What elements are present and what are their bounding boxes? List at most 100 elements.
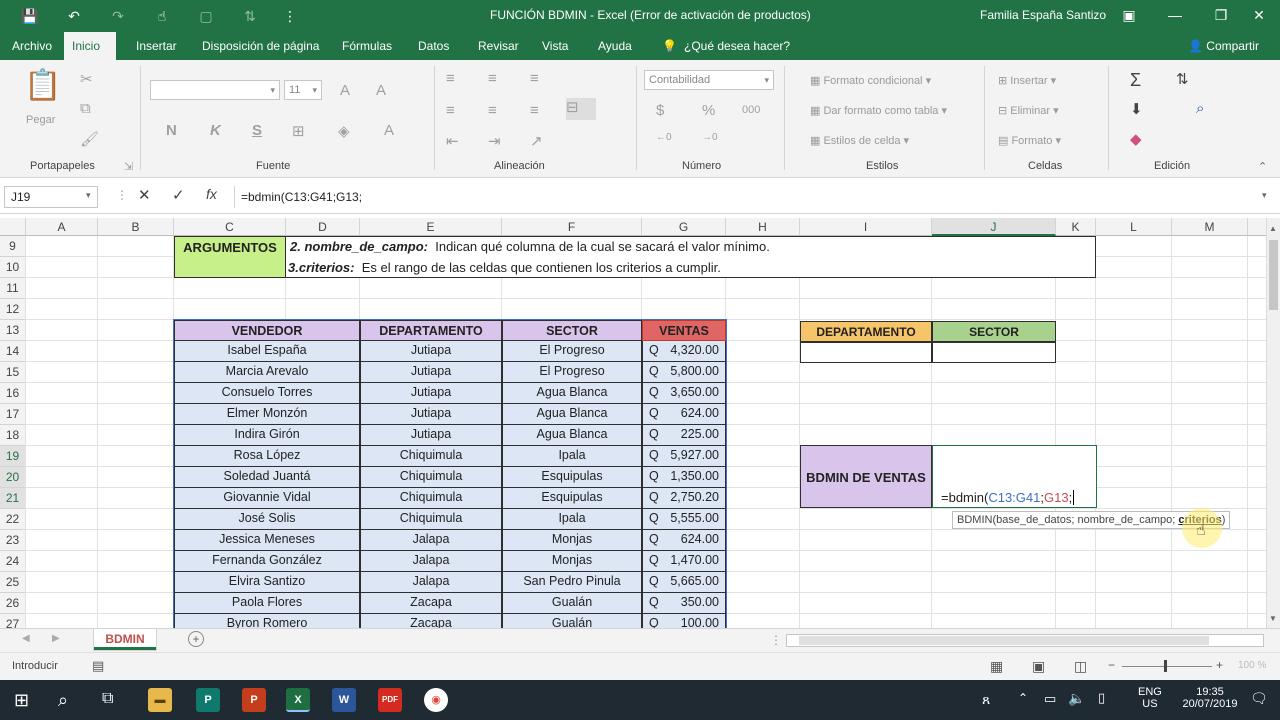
row-header[interactable]: 15 (0, 362, 26, 383)
criteria-departamento-header[interactable]: DEPARTAMENTO (800, 321, 932, 342)
tab-formulas[interactable]: Fórmulas (334, 32, 400, 60)
undo-icon[interactable]: ↶ (64, 6, 84, 26)
font-size-combo[interactable]: 11 (284, 80, 322, 100)
shrink-font-icon[interactable]: A (376, 82, 386, 99)
align-left-icon[interactable]: ≡ (446, 102, 455, 119)
ribbon-display-icon[interactable]: ▣ (1106, 0, 1152, 32)
tab-insertar[interactable]: Insertar (128, 32, 185, 60)
share-button[interactable]: 👤 Compartir (1180, 32, 1267, 60)
accounting-format-icon[interactable]: $ (656, 102, 664, 119)
tab-disposicion[interactable]: Disposición de página (194, 32, 327, 60)
formula-input[interactable]: =bdmin(C13:G41;G13; (234, 186, 1274, 208)
percent-icon[interactable]: % (702, 102, 715, 119)
row-header[interactable]: 26 (0, 593, 26, 614)
bdmin-formula-editing[interactable]: =bdmin(C13:G41;G13; (941, 490, 1075, 505)
row-header[interactable]: 25 (0, 572, 26, 593)
criteria-sector-value[interactable] (932, 342, 1056, 363)
row-header[interactable]: 18 (0, 425, 26, 446)
zoom-level[interactable]: 100 % (1238, 660, 1266, 671)
criteria-departamento-value[interactable] (800, 342, 932, 363)
search-icon[interactable]: ⌕ (58, 690, 68, 711)
column-header[interactable]: M (1172, 218, 1248, 236)
row-header[interactable]: 23 (0, 530, 26, 551)
fill-icon[interactable]: ⬇ (1130, 100, 1143, 118)
tab-archivo[interactable]: Archivo (4, 32, 60, 60)
people-icon[interactable]: ጸ (982, 691, 990, 708)
battery-icon[interactable]: ▯ (1098, 690, 1105, 706)
name-box-dropdown-icon[interactable]: ▾ (86, 190, 91, 201)
find-icon[interactable]: ⌕ (1196, 100, 1204, 117)
decrease-indent-icon[interactable]: ⇤ (446, 132, 459, 150)
row-header[interactable]: 20 (0, 467, 26, 488)
zoom-slider[interactable] (1122, 666, 1212, 667)
column-header[interactable]: K (1056, 218, 1096, 236)
increase-indent-icon[interactable]: ⇥ (488, 132, 501, 150)
insert-cells-button[interactable]: ⊞ Insertar ▾ (998, 74, 1056, 87)
page-break-icon[interactable]: ◫ (1074, 658, 1087, 675)
network-icon[interactable]: ▭ (1044, 691, 1056, 707)
argument-line-1[interactable]: 2. nombre_de_campo: Indican qué columna … (290, 239, 770, 254)
grow-font-icon[interactable]: A (340, 82, 350, 99)
row-header[interactable]: 17 (0, 404, 26, 425)
publisher-icon[interactable]: P (196, 688, 220, 712)
macro-record-icon[interactable]: ▤ (92, 658, 104, 674)
pdf-icon[interactable]: PDF (378, 688, 402, 712)
sort-icon[interactable]: ⇅ (240, 6, 260, 26)
row-header[interactable]: 13 (0, 320, 26, 341)
insert-function-icon[interactable]: fx (206, 186, 217, 202)
row-header[interactable]: 9 (0, 236, 26, 257)
orientation-icon[interactable]: ↗ (530, 132, 543, 150)
chrome-icon[interactable]: ◉ (424, 688, 448, 712)
paste-icon[interactable]: 📋 (24, 68, 61, 103)
column-header[interactable]: B (98, 218, 174, 236)
format-painter-icon[interactable]: 🖌 (80, 130, 99, 148)
row-header[interactable]: 14 (0, 341, 26, 362)
decrease-decimal-icon[interactable]: →0 (702, 132, 718, 143)
column-header[interactable]: H (726, 218, 800, 236)
align-bottom-icon[interactable]: ≡ (530, 70, 539, 87)
column-header[interactable]: G (642, 218, 726, 236)
tab-ayuda[interactable]: Ayuda (590, 32, 640, 60)
copy-icon[interactable]: ⧉ (80, 100, 91, 117)
criteria-sector-header[interactable]: SECTOR (932, 321, 1056, 342)
bold-button[interactable]: N (166, 122, 177, 139)
next-sheet-icon[interactable]: ▶ (52, 633, 60, 644)
cell-styles-button[interactable]: ▦ Estilos de celda ▾ (810, 134, 909, 147)
column-header[interactable]: L (1096, 218, 1172, 236)
column-header[interactable] (1248, 218, 1266, 236)
sort-filter-icon[interactable]: ⇅ (1176, 70, 1189, 88)
scroll-up-icon[interactable]: ▲ (1269, 224, 1277, 233)
close-button[interactable]: ✕ (1236, 0, 1280, 32)
scroll-thumb[interactable] (1269, 240, 1278, 310)
column-header[interactable]: D (286, 218, 360, 236)
collapse-ribbon-icon[interactable]: ⌃ (1258, 160, 1267, 173)
tab-vista[interactable]: Vista (534, 32, 576, 60)
clock[interactable]: 19:35 20/07/2019 (1180, 686, 1240, 710)
h-scroll-thumb[interactable] (799, 636, 1209, 645)
touch-mode-icon[interactable]: ☝ (152, 6, 172, 26)
merge-center-icon[interactable]: ⊟ (566, 98, 596, 120)
zoom-out-icon[interactable]: − (1108, 658, 1115, 672)
add-sheet-icon[interactable]: + (188, 631, 204, 647)
volume-icon[interactable]: 🔈 (1068, 690, 1085, 707)
delete-cells-button[interactable]: ⊟ Eliminar ▾ (998, 104, 1059, 117)
row-header[interactable]: 19 (0, 446, 26, 467)
notifications-icon[interactable]: 🗨 (1250, 690, 1268, 707)
conditional-format-button[interactable]: ▦ Formato condicional ▾ (810, 74, 931, 87)
row-header[interactable]: 12 (0, 299, 26, 320)
word-icon[interactable]: W (332, 688, 356, 712)
comma-style-icon[interactable]: 000 (742, 104, 760, 116)
font-color-icon[interactable]: A (384, 122, 394, 139)
tab-datos[interactable]: Datos (410, 32, 457, 60)
windows-start-icon[interactable]: ⊞ (14, 690, 29, 711)
task-view-icon[interactable]: ⧉ (102, 690, 113, 708)
column-header[interactable]: E (360, 218, 502, 236)
align-center-icon[interactable]: ≡ (488, 102, 497, 119)
normal-view-icon[interactable]: ▦ (990, 658, 1003, 675)
align-right-icon[interactable]: ≡ (530, 102, 539, 119)
save-icon[interactable]: 💾 (20, 6, 40, 26)
autosum-icon[interactable]: Σ (1130, 70, 1141, 91)
sheet-tab-bdmin[interactable]: BDMIN (94, 629, 156, 650)
zoom-in-icon[interactable]: + (1216, 658, 1223, 672)
minimize-button[interactable]: — (1152, 0, 1198, 32)
